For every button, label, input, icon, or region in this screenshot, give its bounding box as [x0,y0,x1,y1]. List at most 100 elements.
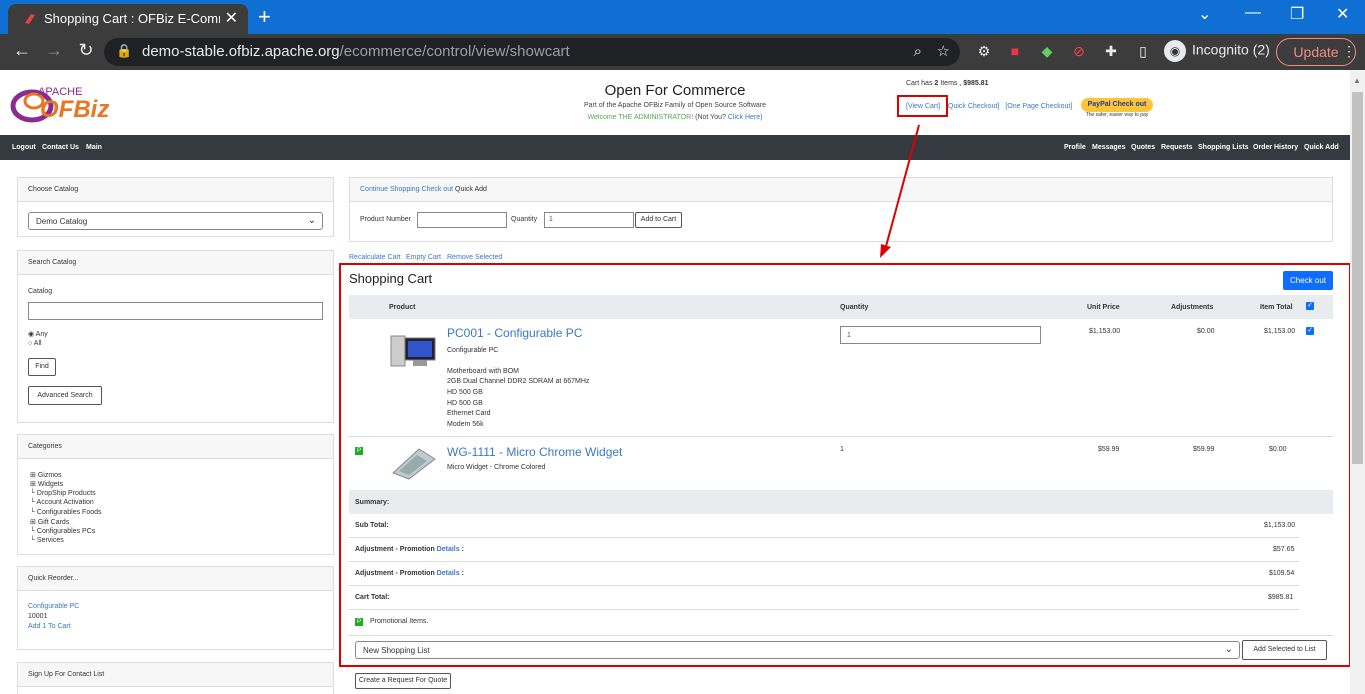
signup-title: Sign Up For Contact List [18,663,333,687]
restore-icon[interactable]: ❐ [1290,4,1304,24]
nav-quotes[interactable]: Quotes [1131,144,1155,151]
browser-tab[interactable]: Shopping Cart : OFBiz E-Commer ✕ [8,4,248,34]
category-gift-cards[interactable]: ⊞ Gift Cards [30,518,69,526]
paypal-checkout-button[interactable]: PayPal Check out [1081,98,1153,112]
one-page-checkout-link[interactable]: [One Page Checkout] [1005,103,1072,110]
categories-title: Categories [18,435,333,459]
tab-title: Shopping Cart : OFBiz E-Commer [44,11,220,26]
page-scrollbar[interactable]: ▲ [1350,70,1365,694]
close-window-icon[interactable]: ✕ [1336,4,1349,24]
product-number-label: Product Number [360,216,411,223]
url-path: /ecommerce/control/view/showcart [339,43,570,60]
quantity-label: Quantity [511,216,538,223]
advanced-search-button[interactable]: Advanced Search [28,386,102,405]
zoom-icon[interactable]: ⌕ [914,43,922,60]
choose-catalog-title: Choose Catalog [18,178,333,202]
forward-icon[interactable]: → [42,40,66,61]
search-catalog-title: Search Catalog [18,251,333,275]
incognito-indicator[interactable]: ◉ Incognito (2) [1164,40,1270,62]
category-configurable-pcs[interactable]: └ Configurables PCs [30,528,95,535]
quick-reorder-title: Quick Reorder... [18,567,333,591]
find-button[interactable]: Find [28,358,56,376]
new-tab-icon[interactable]: + [258,4,271,30]
product-number-input[interactable] [417,212,507,228]
site-subtitle: Part of the Apache OFBiz Family of Open … [583,102,767,109]
extension-robot-icon[interactable]: ⚙ [975,43,993,61]
bookmark-star-icon[interactable]: ☆ [937,42,950,60]
category-configurable-foods[interactable]: └ Configurables Foods [30,509,102,516]
ofbiz-favicon-icon [25,14,35,24]
menu-kebab-icon[interactable]: ⋮ [1340,43,1358,61]
quick-reorder-panel: Quick Reorder... Configurable PC 10001 A… [17,566,334,650]
quick-checkout-link[interactable]: [Quick Checkout] [946,103,999,110]
extension-block-icon[interactable]: ⊘ [1070,43,1088,61]
close-tab-icon[interactable]: ✕ [225,8,238,28]
quick-add-title: Quick Add [455,186,487,193]
web-page: APACHE OFBiz Open For Commerce Part of t… [0,70,1350,694]
choose-catalog-panel: Choose Catalog Demo Catalog ⌄ [17,177,334,237]
extensions-puzzle-icon[interactable]: ✚ [1102,43,1120,61]
click-here-link[interactable]: Click Here) [728,114,763,121]
reorder-add-link[interactable]: Add 1 To Cart [28,623,71,630]
signup-panel: Sign Up For Contact List [17,662,334,694]
category-dropship[interactable]: └ DropShip Products [30,490,96,497]
scroll-up-icon[interactable]: ▲ [1353,76,1361,85]
categories-panel: Categories ⊞ Gizmos ⊞ Widgets └ DropShip… [17,434,334,555]
main-nav: Logout Contact Us Main Profile Messages … [0,135,1350,160]
nav-main[interactable]: Main [86,144,102,151]
incognito-label: Incognito (2) [1192,41,1270,58]
quick-add-header: Continue Shopping Check out Quick Add [350,178,1332,202]
welcome-message: Welcome THE ADMINISTRATOR! (Not You? Cli… [587,114,763,121]
minimize-icon[interactable]: — [1245,4,1261,22]
catalog-label: Catalog [28,288,53,295]
quick-add-panel: Continue Shopping Check out Quick Add Pr… [349,177,1333,242]
nav-order-history[interactable]: Order History [1253,144,1298,151]
url-host: demo-stable.ofbiz.apache.org [142,43,340,60]
category-services[interactable]: └ Services [30,537,64,544]
add-to-cart-button[interactable]: Add to Cart [635,212,682,228]
quantity-input[interactable]: 1 [544,212,634,228]
lock-icon: 🔒 [116,43,133,58]
nav-contact-us[interactable]: Contact Us [42,144,79,151]
category-widgets[interactable]: ⊞ Widgets [30,480,63,488]
browser-tab-strip: Shopping Cart : OFBiz E-Commer ✕ + ⌄ — ❐… [0,0,1365,34]
create-quote-button[interactable]: Create a Request For Quote [355,673,451,689]
scrollbar-thumb[interactable] [1352,92,1363,464]
category-gizmos[interactable]: ⊞ Gizmos [30,471,62,479]
site-title: Open For Commerce [604,82,746,99]
side-panel-icon[interactable]: ▯ [1134,43,1152,61]
nav-profile[interactable]: Profile [1064,144,1086,151]
extension-red-icon[interactable]: ■ [1006,43,1024,61]
address-bar[interactable]: 🔒 demo-stable.ofbiz.apache.org/ecommerce… [104,38,960,66]
nav-shopping-lists[interactable]: Shopping Lists [1198,144,1249,151]
paypal-tagline: The safer, easier way to pay [1085,112,1149,118]
reorder-product-id: 10001 [28,613,48,620]
incognito-icon: ◉ [1164,40,1186,62]
shopping-cart-highlight [339,263,1350,667]
radio-all[interactable]: ○ All [28,340,42,347]
browser-toolbar: ← → ↻ 🔒 demo-stable.ofbiz.apache.org/eco… [0,34,1365,70]
search-catalog-panel: Search Catalog Catalog ◉ Any ○ All Find … [17,250,334,423]
reload-icon[interactable]: ↻ [74,40,98,61]
tab-search-icon[interactable]: ⌄ [1198,4,1211,24]
chevron-down-icon: ⌄ [307,215,316,226]
continue-shopping-link[interactable]: Continue Shopping [360,186,420,193]
reorder-product-link[interactable]: Configurable PC [28,603,79,610]
logo-ofbiz: OFBiz [40,96,110,123]
radio-any[interactable]: ◉ Any [28,330,48,338]
cart-summary: Cart has 2 Items , $985.81 [906,80,989,87]
empty-cart-link[interactable]: Empty Cart [406,254,441,261]
search-input[interactable] [28,302,323,320]
back-icon[interactable]: ← [10,40,34,61]
nav-messages[interactable]: Messages [1092,144,1125,151]
catalog-select[interactable]: Demo Catalog ⌄ [28,212,323,230]
category-account-activation[interactable]: └ Account Activation [30,499,94,506]
checkout-link[interactable]: Check out [422,186,454,193]
nav-requests[interactable]: Requests [1161,144,1193,151]
nav-logout[interactable]: Logout [12,144,36,151]
recalculate-cart-link[interactable]: Recalculate Cart [349,254,401,261]
nav-quick-add[interactable]: Quick Add [1304,144,1339,151]
remove-selected-link[interactable]: Remove Selected [447,254,502,261]
extension-color-icon[interactable]: ◆ [1038,43,1056,61]
ofbiz-logo[interactable]: APACHE OFBiz [10,80,130,126]
